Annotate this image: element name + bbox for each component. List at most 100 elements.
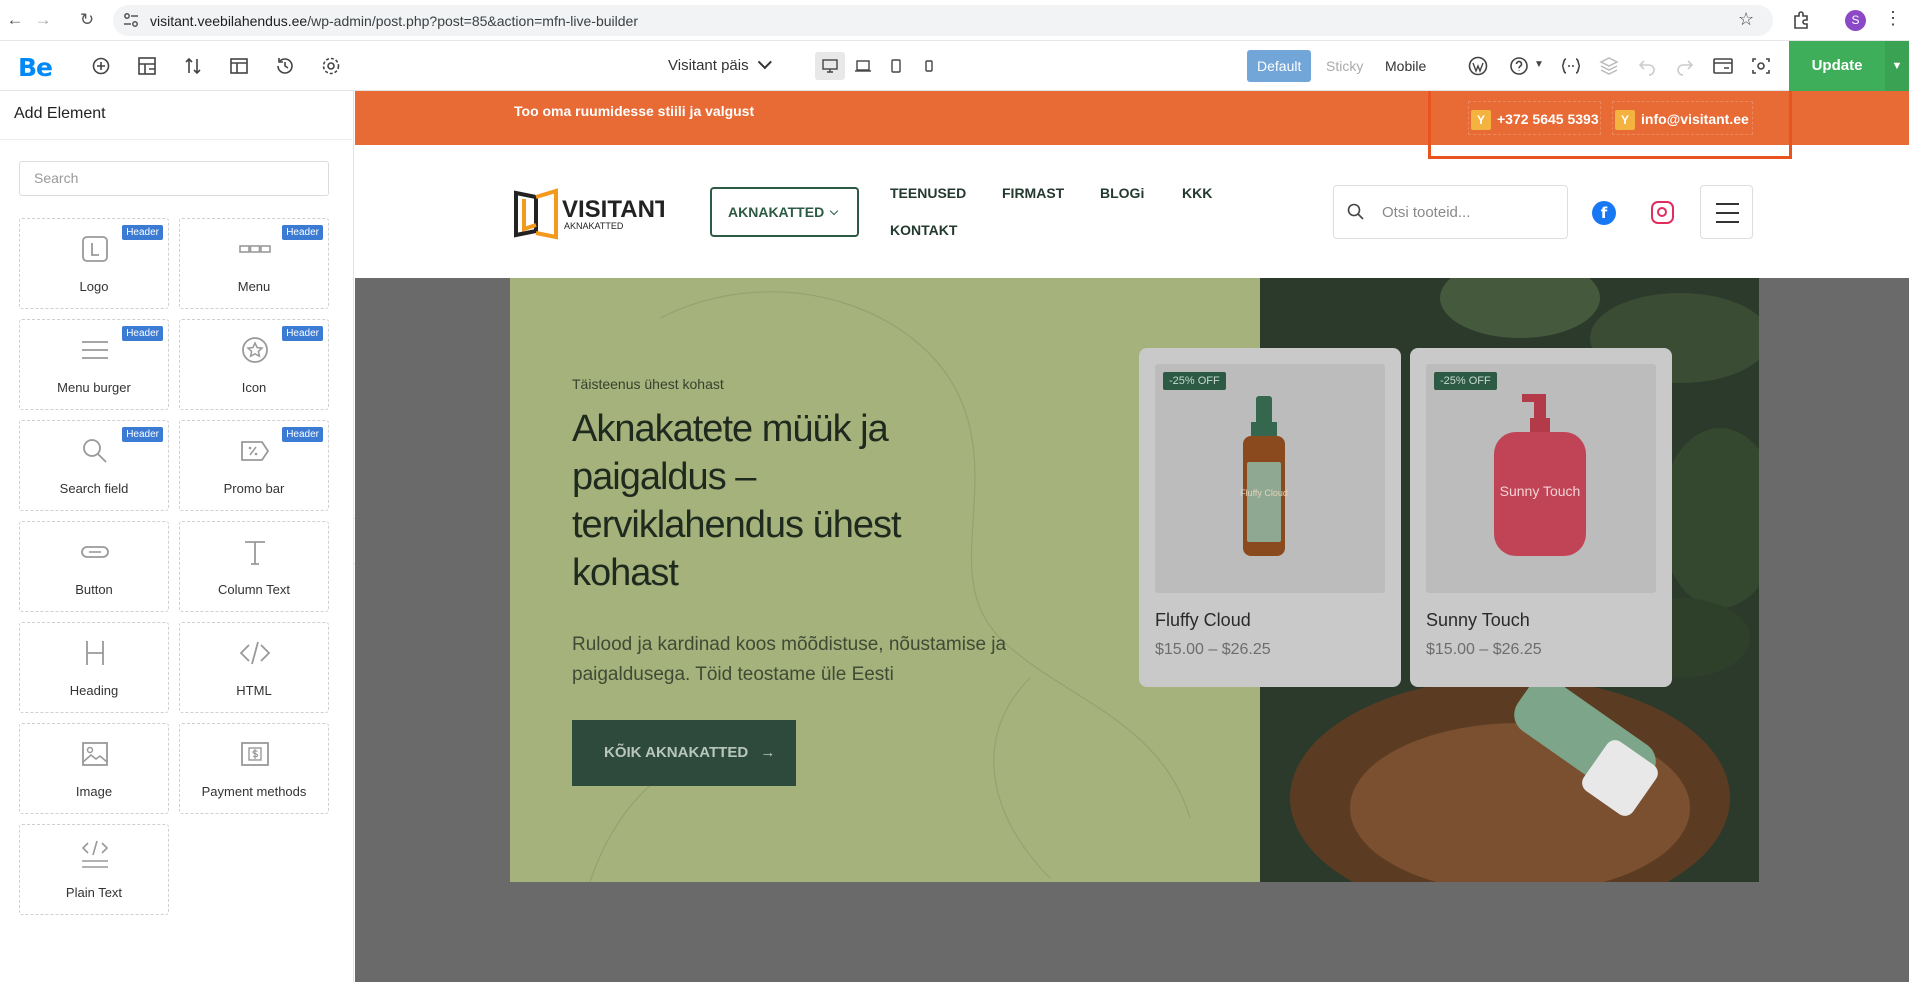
text-icon: [239, 536, 271, 568]
reload-icon[interactable]: ↻: [76, 9, 98, 31]
panel-title: Add Element: [14, 105, 106, 122]
device-switcher: [815, 52, 948, 80]
element-card-menu-burger[interactable]: Header Menu burger: [19, 319, 169, 410]
instagram-icon[interactable]: [1651, 201, 1674, 224]
serum-bottle-image: Fluffy Cloud: [1240, 396, 1288, 556]
sort-icon[interactable]: [182, 55, 204, 77]
mode-mobile-button[interactable]: Mobile: [1375, 50, 1436, 82]
element-card-search-field[interactable]: Header Search field: [19, 420, 169, 511]
hero-title: Aknakatete müük ja paigaldus – terviklah…: [572, 408, 902, 594]
element-card-label: Promo bar: [223, 481, 285, 496]
builder-toolbar: Be Visitant päis Default Sticky Mobile ▼…: [0, 41, 1909, 91]
chevron-down-icon: [829, 206, 839, 216]
element-card-icon[interactable]: Header Icon: [179, 319, 329, 410]
add-element-icon[interactable]: [90, 55, 112, 77]
layout-icon[interactable]: [136, 55, 158, 77]
header-badge: Header: [282, 427, 323, 442]
arrow-right-icon: →: [760, 744, 776, 761]
product-card[interactable]: Sunny Touch -25% OFF Sunny Touch $15.00 …: [1410, 348, 1672, 687]
history-icon[interactable]: [274, 55, 296, 77]
site-settings-icon[interactable]: [123, 12, 139, 28]
header-template-select[interactable]: Visitant päis: [668, 55, 772, 74]
profile-avatar[interactable]: S: [1845, 10, 1866, 31]
tablet-icon[interactable]: [881, 52, 911, 80]
element-card-menu[interactable]: Header Menu: [179, 218, 329, 309]
address-bar[interactable]: visitant.veebilahendus.ee/wp-admin/post.…: [113, 5, 1773, 36]
plain-text-icon: [79, 839, 111, 871]
promo-text[interactable]: Too oma ruumidesse stiili ja valgust: [514, 103, 754, 119]
element-card-promo-bar[interactable]: Header Promo bar: [179, 420, 329, 511]
burger-line: [1716, 221, 1739, 223]
product-name[interactable]: Fluffy Cloud: [1155, 610, 1251, 631]
product-image[interactable]: Fluffy Cloud -25% OFF: [1155, 364, 1385, 593]
element-card-payment-methods[interactable]: Payment methods: [179, 723, 329, 814]
help-icon[interactable]: [1508, 55, 1530, 77]
mobile-icon[interactable]: [914, 52, 944, 80]
url-text: visitant.veebilahendus.ee/wp-admin/post.…: [150, 13, 638, 29]
element-card-column-text[interactable]: Column Text: [179, 521, 329, 612]
discount-badge: -25% OFF: [1434, 372, 1497, 390]
hero-eyebrow: Täisteenus ühest kohast: [572, 376, 724, 392]
update-options-caret-icon[interactable]: ▼: [1885, 41, 1909, 91]
wordpress-icon[interactable]: [1467, 55, 1489, 77]
mode-default-button[interactable]: Default: [1247, 50, 1312, 82]
payment-icon: [239, 738, 271, 770]
mode-sticky-button[interactable]: Sticky: [1316, 50, 1373, 82]
screenshot-icon[interactable]: [1750, 55, 1772, 77]
nav-teenused[interactable]: TEENUSED: [890, 185, 966, 201]
browser-menu-icon[interactable]: ⋮: [1884, 8, 1902, 29]
settings-gear-icon[interactable]: [320, 55, 342, 77]
element-card-heading[interactable]: Heading: [19, 622, 169, 713]
element-card-label: Button: [75, 582, 113, 597]
laptop-icon[interactable]: [848, 52, 878, 80]
button-icon: [79, 536, 111, 568]
back-icon[interactable]: ←: [4, 9, 26, 31]
nav-kontakt[interactable]: KONTAKT: [890, 222, 957, 238]
header-badge: Header: [122, 225, 163, 240]
layers-icon[interactable]: [1598, 55, 1620, 77]
logo-icon: [79, 233, 111, 265]
element-card-label: Search field: [59, 481, 129, 496]
undo-icon[interactable]: [1636, 55, 1658, 77]
url-host: visitant.veebilahendus.ee: [150, 13, 308, 29]
bookmark-star-icon[interactable]: ☆: [1738, 9, 1754, 30]
element-search-input[interactable]: Search: [19, 161, 329, 196]
help-caret-icon[interactable]: ▼: [1534, 59, 1544, 70]
facebook-icon[interactable]: f: [1592, 201, 1616, 225]
image-icon: [79, 738, 111, 770]
header-template-name: Visitant päis: [668, 57, 749, 74]
templates-icon[interactable]: [228, 55, 250, 77]
extensions-icon[interactable]: [1792, 10, 1812, 30]
element-card-html[interactable]: HTML: [179, 622, 329, 713]
element-card-image[interactable]: Image: [19, 723, 169, 814]
be-logo[interactable]: Be: [18, 53, 53, 82]
shortcodes-icon[interactable]: [1560, 55, 1582, 77]
element-card-logo[interactable]: Header Logo: [19, 218, 169, 309]
nav-blogi[interactable]: BLOGi: [1100, 185, 1144, 201]
element-card-label: Menu: [237, 279, 271, 294]
product-name[interactable]: Sunny Touch: [1426, 610, 1530, 631]
redo-icon[interactable]: [1674, 55, 1696, 77]
element-card-button[interactable]: Button: [19, 521, 169, 612]
soap-bottle-image: Sunny Touch: [1494, 394, 1586, 556]
logo-tagline: AKNAKATTED: [564, 221, 624, 231]
nav-firmast[interactable]: FIRMAST: [1002, 185, 1064, 201]
desktop-icon[interactable]: [815, 52, 845, 80]
element-card-plain-text[interactable]: Plain Text: [19, 824, 169, 915]
preview-icon[interactable]: [1712, 55, 1734, 77]
forward-icon[interactable]: →: [32, 9, 54, 31]
element-card-label: Icon: [241, 380, 267, 395]
product-image[interactable]: Sunny Touch -25% OFF: [1426, 364, 1656, 593]
all-products-button[interactable]: KÕIK AKNAKATTED →: [572, 720, 796, 786]
nav-kkk[interactable]: KKK: [1182, 185, 1212, 201]
menu-burger-button[interactable]: [1700, 185, 1753, 239]
burger-line: [1716, 212, 1739, 214]
tag-icon: [239, 435, 271, 467]
product-search-field[interactable]: Otsi tooteid...: [1333, 185, 1568, 239]
aknakatted-dropdown[interactable]: AKNAKATTED: [710, 187, 859, 237]
element-card-label: HTML: [236, 683, 272, 698]
product-card[interactable]: Fluffy Cloud -25% OFF Fluffy Cloud $15.0…: [1139, 348, 1401, 687]
update-button[interactable]: Update: [1789, 41, 1885, 91]
visitant-logo[interactable]: VISITANT AKNAKATTED: [514, 187, 664, 242]
panel-divider: [0, 139, 354, 140]
